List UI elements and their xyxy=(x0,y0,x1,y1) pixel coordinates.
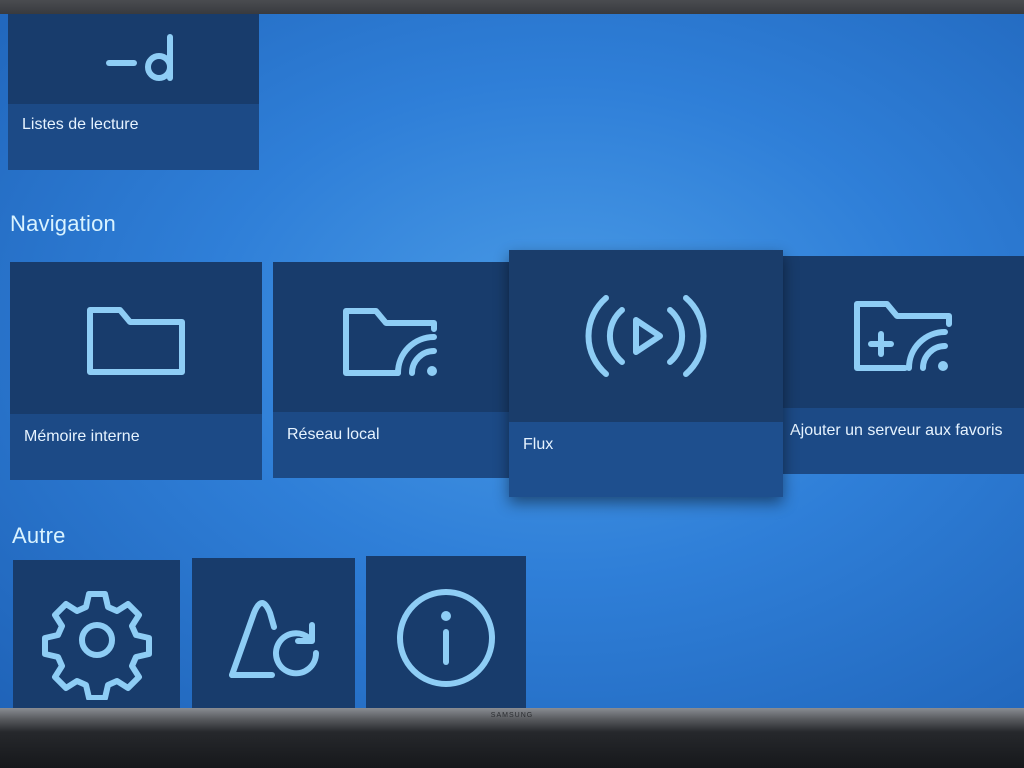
info-icon xyxy=(397,589,495,687)
playlists-card[interactable]: Listes de lecture xyxy=(8,14,259,170)
internal-memory-icon-area xyxy=(10,262,262,414)
network-folder-icon xyxy=(343,308,437,376)
internal-memory-label: Mémoire interne xyxy=(24,428,140,445)
playlists-label: Listes de lecture xyxy=(22,116,139,133)
add-server-favorites-label: Ajouter un serveur aux favoris xyxy=(790,422,1003,439)
stream-card[interactable]: Flux xyxy=(509,250,783,497)
local-network-card[interactable]: Réseau local xyxy=(273,262,511,478)
stream-label: Flux xyxy=(523,436,554,453)
stream-icon-area xyxy=(509,250,783,422)
refresh-card[interactable] xyxy=(192,558,355,714)
add-server-icon-area xyxy=(772,256,1024,408)
stream-icon xyxy=(585,295,707,377)
playlist-icon xyxy=(105,34,173,81)
local-network-label: Réseau local xyxy=(287,426,380,443)
local-network-icon-area xyxy=(273,262,511,412)
info-icon-area xyxy=(366,556,526,714)
navigation-section-title: Navigation xyxy=(10,211,116,236)
refresh-icon-area xyxy=(192,558,355,714)
tv-screen: Listes de lecture Navigation Mémoire int… xyxy=(0,14,1024,714)
settings-card[interactable] xyxy=(13,560,180,714)
add-server-folder-icon xyxy=(854,301,952,371)
refresh-triangle-icon xyxy=(228,600,319,678)
folder-icon xyxy=(87,307,185,375)
settings-icon-area xyxy=(13,560,180,714)
settings-gear-icon xyxy=(41,591,152,700)
add-server-favorites-card[interactable]: Ajouter un serveur aux favoris xyxy=(772,256,1024,474)
other-section-title: Autre xyxy=(12,523,66,548)
tv-brand-logo: SAMSUNG xyxy=(490,712,534,719)
internal-memory-card[interactable]: Mémoire interne xyxy=(10,262,262,480)
playlists-icon-area xyxy=(8,14,259,104)
info-card[interactable] xyxy=(366,556,526,714)
